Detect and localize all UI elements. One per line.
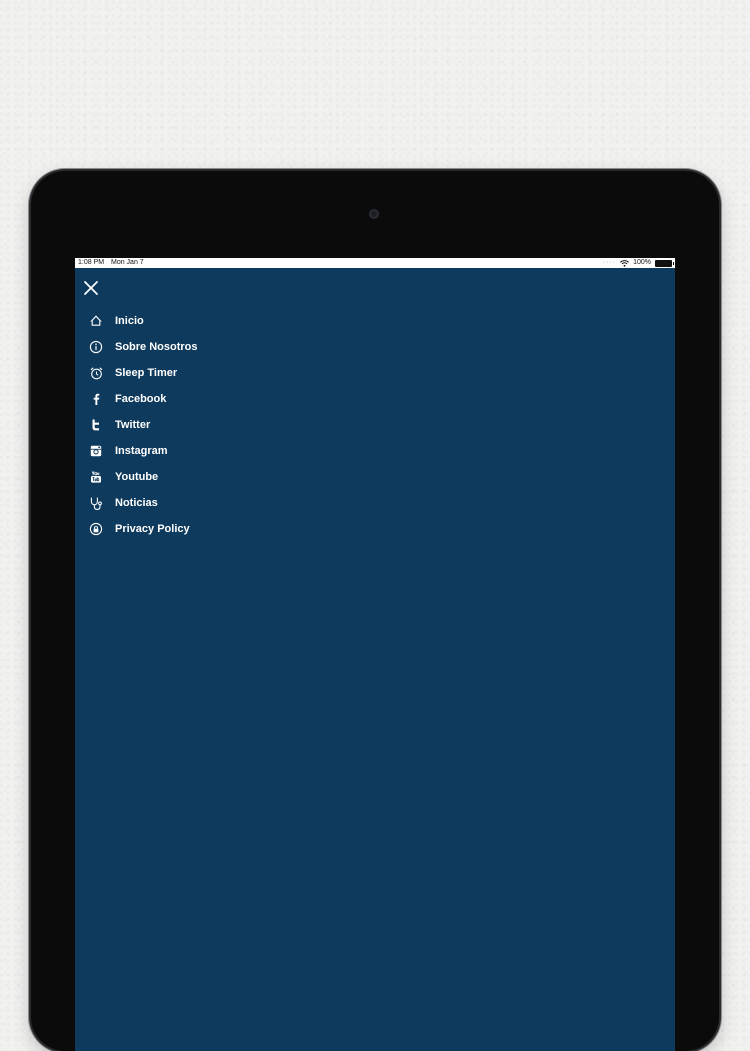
menu-item-label: Noticias [115, 497, 158, 509]
menu-item-label: Privacy Policy [115, 523, 190, 535]
instagram-icon [88, 443, 104, 459]
info-icon [88, 339, 104, 355]
status-date: Mon Jan 7 [111, 259, 144, 266]
status-bar: 1:08 PM Mon Jan 7 ···· 100% [75, 258, 675, 268]
battery-icon [655, 259, 674, 267]
menu-item-instagram[interactable]: Instagram [88, 438, 198, 464]
front-camera [369, 209, 379, 219]
menu-item-label: Instagram [115, 445, 168, 457]
twitter-icon [88, 417, 104, 433]
facebook-icon [88, 391, 104, 407]
menu-item-label: Youtube [115, 471, 159, 483]
menu-item-label: Sleep Timer [115, 367, 178, 379]
navigation-menu: Inicio Sobre Nosotros Sleep Timer Facebo… [88, 308, 198, 542]
menu-item-twitter[interactable]: Twitter [88, 412, 198, 438]
menu-item-label: Inicio [115, 315, 144, 327]
menu-item-sobre-nosotros[interactable]: Sobre Nosotros [88, 334, 198, 360]
menu-item-inicio[interactable]: Inicio [88, 308, 198, 334]
app-screen: 1:08 PM Mon Jan 7 ···· 100% Inicio Sobre… [75, 258, 675, 1051]
close-button[interactable] [82, 279, 100, 297]
menu-item-facebook[interactable]: Facebook [88, 386, 198, 412]
tablet-device: 1:08 PM Mon Jan 7 ···· 100% Inicio Sobre… [31, 171, 719, 1051]
menu-item-privacy-policy[interactable]: Privacy Policy [88, 516, 198, 542]
lock-icon [88, 521, 104, 537]
status-indicators: ···· 100% [602, 258, 674, 268]
youtube-icon [88, 469, 104, 485]
stethoscope-icon [88, 495, 104, 511]
menu-item-youtube[interactable]: Youtube [88, 464, 198, 490]
alarm-clock-icon [88, 365, 104, 381]
menu-item-label: Facebook [115, 393, 167, 405]
menu-item-sleep-timer[interactable]: Sleep Timer [88, 360, 198, 386]
status-dots-icon: ···· [602, 259, 617, 266]
wifi-icon [620, 259, 629, 267]
battery-percentage: 100% [633, 259, 651, 266]
status-time: 1:08 PM [78, 259, 105, 266]
menu-item-label: Sobre Nosotros [115, 341, 198, 353]
menu-item-noticias[interactable]: Noticias [88, 490, 198, 516]
house-icon [88, 313, 104, 329]
menu-item-label: Twitter [115, 419, 151, 431]
close-icon [84, 281, 98, 295]
